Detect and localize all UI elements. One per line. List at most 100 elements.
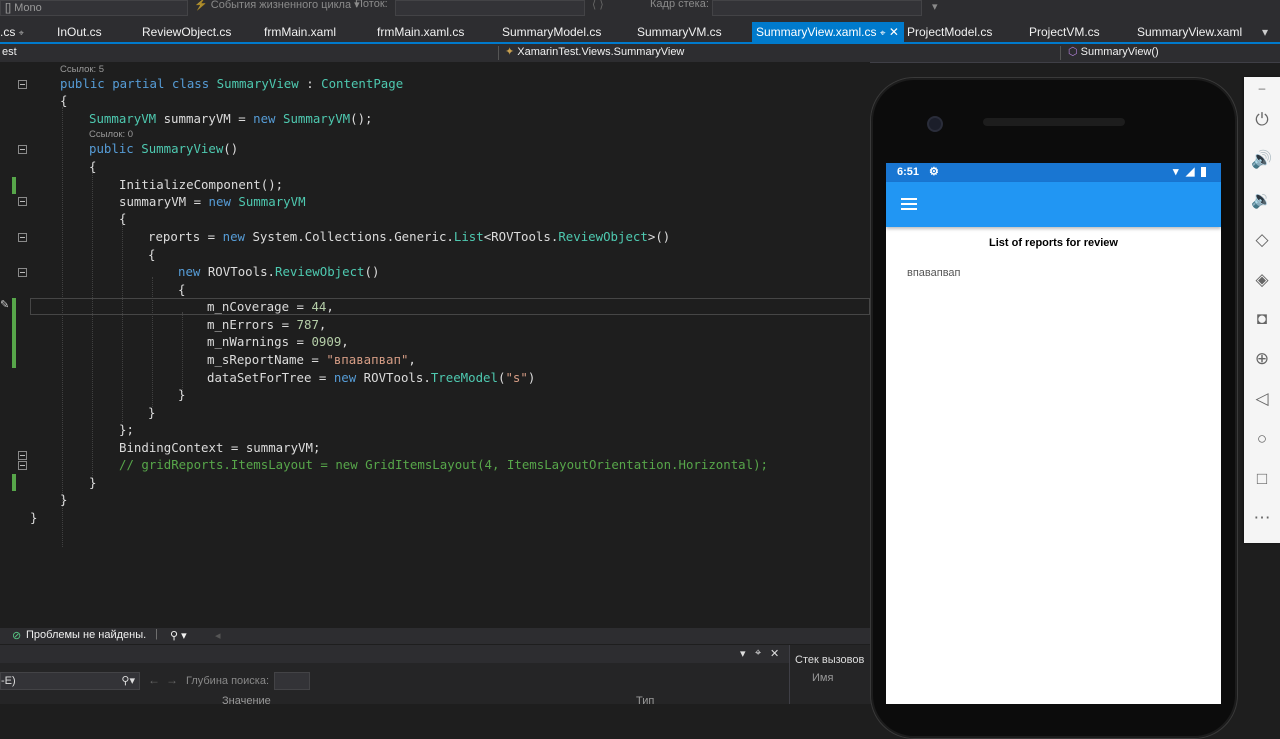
code-line: { [60,93,68,108]
battery-icon [1201,167,1206,177]
process-dropdown[interactable]: [] Mono [0,0,188,16]
change-marker [12,177,16,194]
column-type-header[interactable]: Тип [636,695,654,707]
collapse-icon[interactable] [18,80,27,89]
type-dropdown[interactable]: ✦ XamarinTest.Views.SummaryView [505,45,684,60]
code-line: m_nCoverage = 44, [207,299,334,314]
front-camera [927,116,943,132]
tab-overflow-icon[interactable]: ▾ [1262,22,1268,42]
more-icon[interactable]: ⋯ [1250,507,1274,529]
code-line: { [148,247,156,262]
rotate-left-icon[interactable]: ◇ [1250,229,1274,251]
tab-summaryview-xaml[interactable]: SummaryView.xaml [1137,22,1242,42]
check-icon: ⊘ [12,630,22,642]
power-icon[interactable]: ⏻ [1250,109,1274,131]
volume-up-icon[interactable]: 🔊 [1250,149,1274,171]
page-title: List of reports for review [989,237,1118,249]
tab-summarymodel[interactable]: SummaryModel.cs [502,22,601,42]
pin-icon[interactable]: ⌖ [755,647,761,660]
code-line: { [89,159,97,174]
code-editor[interactable]: ✎ Ссылок: 5 public partial class Summary… [0,62,870,628]
home-icon[interactable]: ○ [1250,428,1274,450]
arrow-right-icon[interactable]: → [166,673,178,687]
close-icon[interactable]: ✕ [889,25,899,39]
stack-nav-icons[interactable]: ⟨ ⟩ [592,0,604,11]
code-line: } [89,475,97,490]
tab-projectvm[interactable]: ProjectVM.cs [1029,22,1100,42]
collapse-icon[interactable] [18,461,27,470]
search-input[interactable]: -E) ⚲▾ [0,672,140,690]
minimize-icon[interactable]: – [1250,77,1274,99]
tab-summaryview-xaml-cs[interactable]: SummaryView.xaml.cs ⌖ ✕ [752,22,904,42]
collapse-icon[interactable] [18,233,27,242]
report-list-item[interactable]: впавапвап [907,267,961,279]
collapse-icon[interactable] [18,451,27,460]
collapse-icon[interactable] [18,268,27,277]
tab-reviewobject[interactable]: ReviewObject.cs [142,22,231,42]
zoom-icon[interactable]: ⊕ [1250,348,1274,370]
toolbar-overflow-icon[interactable]: ▾ [932,0,938,13]
pin-icon[interactable]: ⌖ [19,28,24,38]
navigation-bar: est ✦ XamarinTest.Views.SummaryView ⬡ Su… [0,44,1280,63]
callstack-title[interactable]: Стек вызовов [795,654,864,666]
code-line: public partial class SummaryView : Conte… [60,76,404,91]
tab-inout[interactable]: InOut.cs [57,22,102,42]
wifi-icon: ▾ [1173,166,1179,178]
indent-guide [152,277,153,407]
project-dropdown[interactable]: est [2,45,17,60]
brush-icon[interactable]: ⚲ ▾ [170,629,187,642]
tab-partial-cs[interactable]: .cs ⌖ [0,22,24,42]
type-label: XamarinTest.Views.SummaryView [517,46,685,58]
rotate-right-icon[interactable]: ◈ [1250,269,1274,291]
code-line: SummaryVM summaryVM = new SummaryVM(); [89,111,373,126]
panel-menu-icon[interactable]: ▾ [740,647,746,660]
search-value: -E) [1,675,16,687]
tab-frmmain-xaml[interactable]: frmMain.xaml [264,22,336,42]
lightning-icon: ⚡ [194,0,208,11]
pin-icon[interactable]: ⌖ [880,28,886,39]
camera-icon[interactable]: ◘ [1250,308,1274,330]
code-line: InitializeComponent(); [119,177,284,192]
settings-gear-icon: ⚙ [929,166,939,178]
stack-frame-dropdown[interactable] [712,0,922,16]
android-status-bar: 6:51 ⚙ ▾ ◢ [886,163,1221,182]
codelens-references[interactable]: Ссылок: 0 [89,129,133,140]
code-line: new ROVTools.ReviewObject() [178,264,380,279]
overview-icon[interactable]: □ [1250,468,1274,490]
back-icon[interactable]: ◁ [1250,388,1274,410]
scroll-left-icon[interactable]: ◂ [215,629,221,642]
indent-guide [62,107,63,547]
collapse-icon[interactable] [18,145,27,154]
member-dropdown[interactable]: ⬡ SummaryView() [1068,45,1159,60]
volume-down-icon[interactable]: 🔉 [1250,189,1274,211]
lifecycle-dropdown[interactable]: ⚡ События жизненного цикла ▾ [194,0,360,11]
code-line: }; [119,422,134,437]
code-line: { [119,211,127,226]
hamburger-menu-icon[interactable] [901,198,917,210]
search-icon[interactable]: ⚲▾ [121,673,135,689]
column-value-header[interactable]: Значение [222,695,271,707]
tab-projectmodel[interactable]: ProjectModel.cs [907,22,992,42]
close-icon[interactable]: ✕ [770,647,779,660]
thread-dropdown[interactable] [395,0,585,16]
arrow-left-icon[interactable]: ← [148,673,160,687]
codelens-references[interactable]: Ссылок: 5 [60,64,104,75]
method-icon: ⬡ [1068,46,1078,58]
search-depth-dropdown[interactable] [274,672,310,690]
problems-status[interactable]: Проблемы не найдены. [26,629,146,641]
signal-icon: ◢ [1186,166,1195,178]
indent-guide [182,312,183,392]
class-icon: ✦ [505,46,515,58]
stack-frame-label: Кадр стека: [650,0,709,10]
tab-summaryvm[interactable]: SummaryVM.cs [637,22,722,42]
tab-frmmain-xaml-cs[interactable]: frmMain.xaml.cs [377,22,464,42]
column-name-header[interactable]: Имя [812,672,833,684]
collapse-icon[interactable] [18,197,27,206]
tab-label: SummaryView.xaml.cs [756,25,877,39]
callstack-panel: Стек вызовов Имя [789,645,872,704]
emulator-screen[interactable]: 6:51 ⚙ ▾ ◢ List of reports for review вп… [886,163,1221,704]
search-depth-label: Глубина поиска: [186,675,270,687]
debug-toolbar: [] Mono ⚡ События жизненного цикла ▾ Пот… [0,0,1280,22]
code-line: } [148,405,156,420]
edit-pencil-icon: ✎ [0,299,10,311]
